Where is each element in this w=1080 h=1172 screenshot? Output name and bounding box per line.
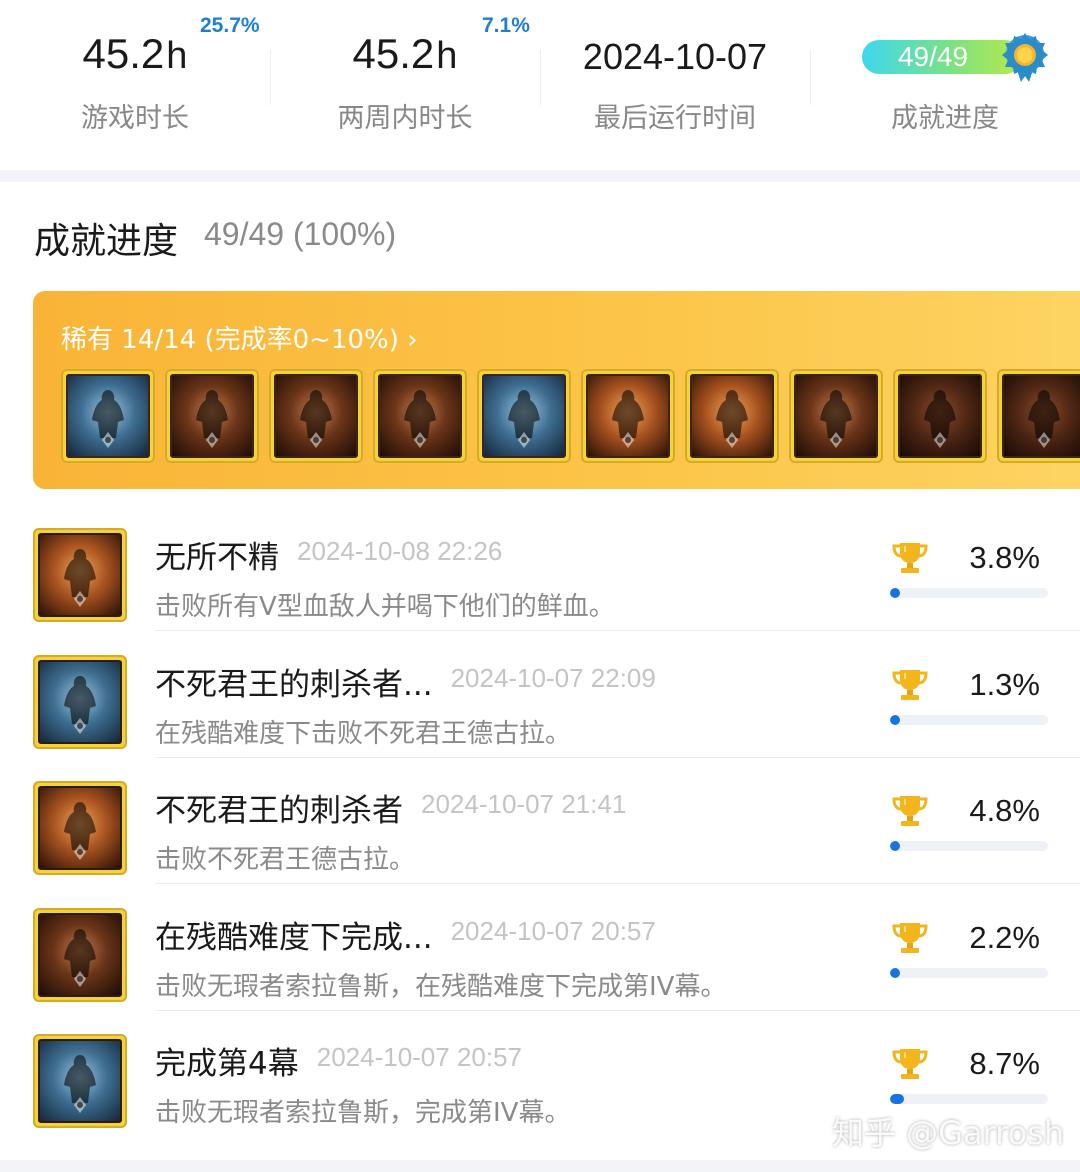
global-unlock-percent: 4.8% [969,793,1040,828]
unlock-rate-bar-fill [890,1094,904,1104]
unlock-rate-bar-fill [890,588,900,598]
achievement-unlock-time: 2024-10-07 21:41 [421,789,627,819]
global-unlock-percent: 8.7% [969,1046,1040,1081]
global-unlock-percent: 1.3% [969,666,1040,702]
armored-lord-icon[interactable] [685,369,779,463]
winged-figure-icon[interactable] [581,369,675,463]
two-week-time-label: 两周内时长 [337,103,473,134]
unlock-rate-bar [890,1094,1048,1104]
achievement-unlock-time: 2024-10-07 20:57 [450,915,656,946]
achievement-name: 在残酷难度下完成... [155,919,433,956]
trophy-icon [892,543,928,573]
scythe-icon[interactable] [893,369,987,463]
achievement-name: 完成第4幕 [155,1046,299,1082]
brute-icon[interactable] [789,369,883,463]
achievement-row[interactable]: 不死君王的刺杀者 2024-10-07 21:41 击败不死君王德古拉。 4.8% [0,757,1080,884]
last-run-label: 最后运行时间 [594,103,756,134]
stats-header: 25.7% 45.2h 游戏时长 7.1% 45.2h 两周内时长 2024-1… [0,0,1080,170]
blood-bowl-icon[interactable] [477,369,571,463]
achievement-row[interactable]: 无所不精 2024-10-08 22:26 击败所有V型血敌人并喝下他们的鲜血。 3.… [0,504,1080,631]
achievement-description: 击败无瑕者索拉鲁斯，在残酷难度下完成第IV幕。 [155,971,727,1002]
mushroom-icon[interactable] [997,369,1080,463]
play-time-label: 游戏时长 [81,103,189,134]
dark-warrior-icon [33,907,127,1002]
trophy-icon [892,1049,928,1079]
mage-icon[interactable] [269,369,363,463]
undead-king-icon [33,654,127,749]
section-count: 49/49 (100%) [204,216,397,252]
trophy-icon [892,922,928,953]
achievement-progress-stat: 成就进度 [810,0,1080,170]
dark-warrior-icon[interactable] [165,369,259,463]
achievement-progress-label: 成就进度 [891,103,999,134]
unlock-rate-bar-fill [890,714,900,725]
achievement-description: 击败不死君王德古拉。 [155,845,416,875]
rare-icon-strip [61,369,1080,463]
last-run-value: 2024-10-07 [582,36,768,77]
two-week-time-value: 45.2h [352,30,458,77]
unlock-rate-bar [890,841,1048,851]
hero-silhouette-icon [33,1034,127,1128]
play-time-value: 45.2h [82,30,188,77]
achievement-row[interactable]: 不死君王的刺杀者... 2024-10-07 22:09 在残酷难度下击败不死君王德… [0,631,1080,758]
achievement-unlock-time: 2024-10-07 20:57 [316,1042,523,1072]
achievement-name: 不死君王的刺杀者 [155,793,403,829]
achievement-description: 击败无瑕者索拉鲁斯，完成第IV幕。 [155,1098,571,1128]
undead-king-icon[interactable] [61,369,155,463]
achievement-progress-pill: 49/49 [862,40,1022,74]
achievement-description: 在残酷难度下击败不死君王德古拉。 [155,718,572,749]
achievement-row[interactable]: 在残酷难度下完成... 2024-10-07 20:57 击败无瑕者索拉鲁斯，在残酷… [0,884,1080,1011]
swordsman-icon[interactable] [373,369,467,463]
achievement-name: 不死君王的刺杀者... [155,666,433,703]
watermark: 知乎 @Garrosh [832,1114,1065,1152]
achievement-unlock-time: 2024-10-08 22:26 [297,536,503,566]
achievement-name: 无所不精 [155,540,279,576]
last-run-stat: 2024-10-07 最后运行时间 [540,0,810,170]
trophy-icon [892,669,928,700]
unlock-rate-bar [890,714,1048,725]
unlock-rate-bar [890,967,1048,978]
rare-banner-title[interactable]: 稀有 14/14 (完成率0~10%) › [61,319,418,356]
armored-lord-icon [33,781,127,875]
two-week-time-stat: 7.1% 45.2h 两周内时长 [270,0,540,170]
medal-icon [1002,33,1048,82]
section-title: 成就进度 [34,221,179,262]
trophy-icon [892,796,928,826]
play-time-stat: 25.7% 45.2h 游戏时长 [0,0,270,170]
achievement-description: 击败所有V型血敌人并喝下他们的鲜血。 [155,592,615,622]
unlock-rate-bar-fill [890,967,900,978]
global-unlock-percent: 2.2% [969,919,1040,955]
achievement-unlock-time: 2024-10-07 22:09 [450,662,656,693]
unlock-rate-bar-fill [890,841,900,851]
rare-achievements-banner[interactable]: 稀有 14/14 (完成率0~10%) › [33,291,1080,489]
global-unlock-percent: 3.8% [969,540,1040,575]
winged-figure-icon [33,528,127,622]
unlock-rate-bar [890,588,1048,598]
